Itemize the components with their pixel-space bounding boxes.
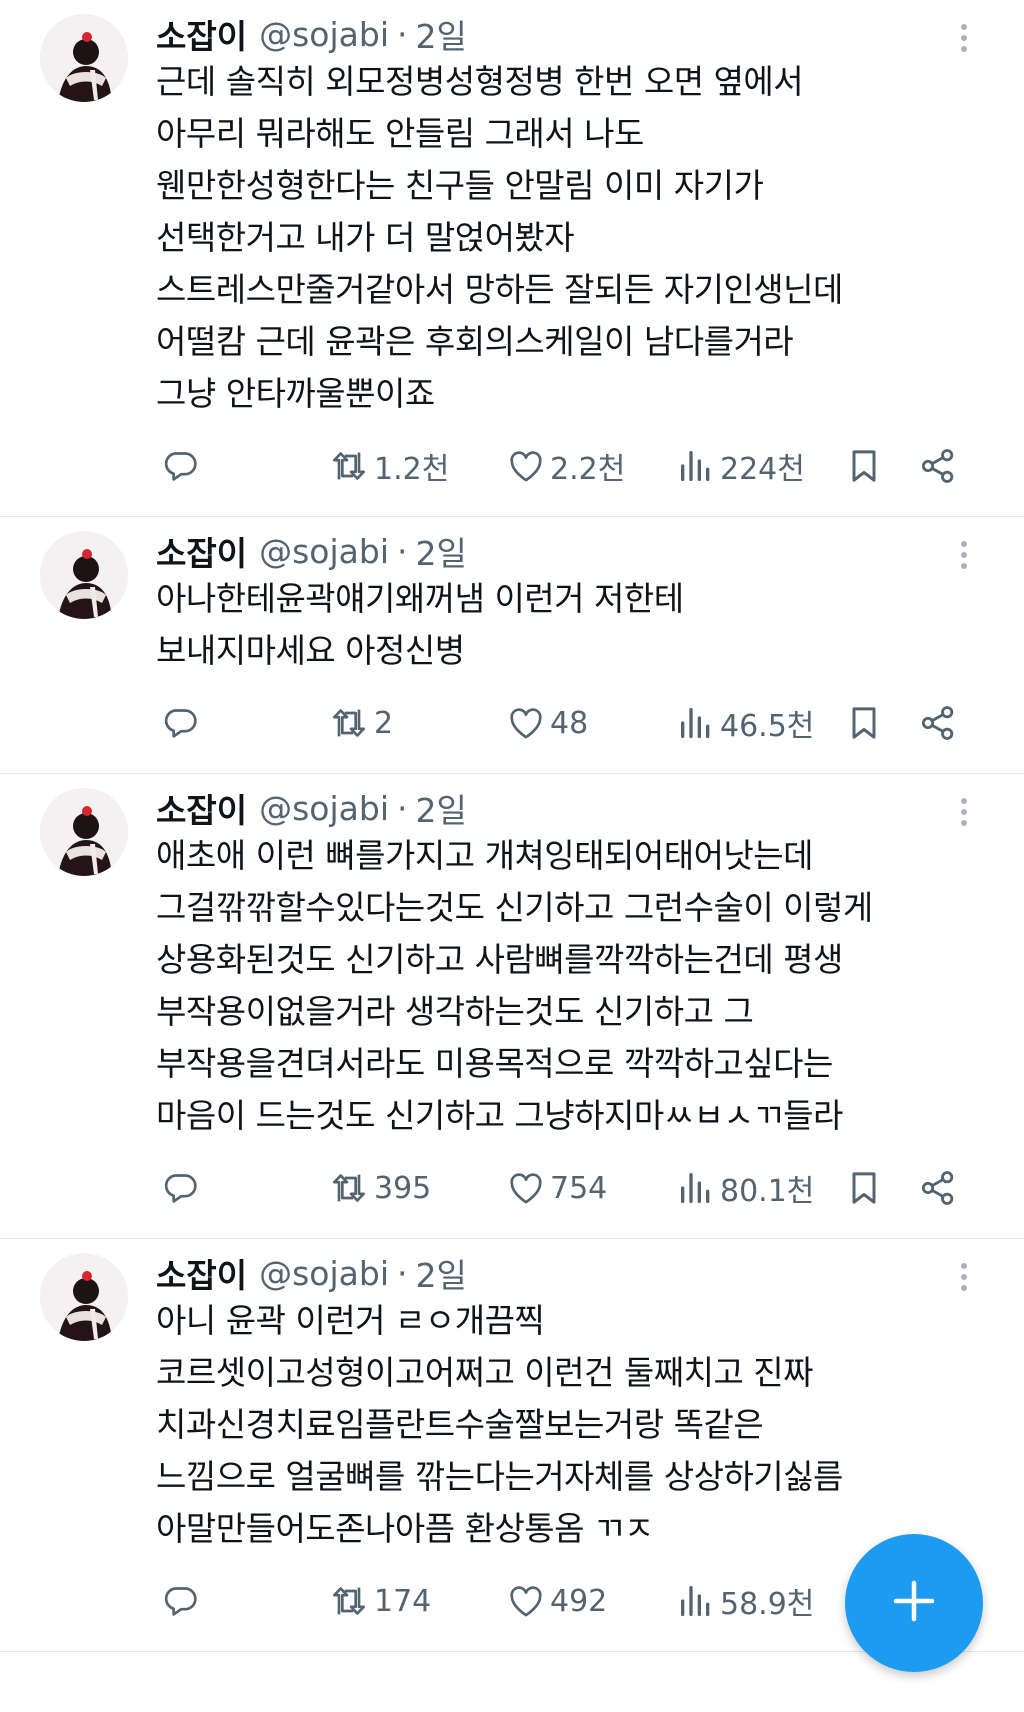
like-count: 48 xyxy=(550,705,589,741)
reply-button[interactable] xyxy=(160,1579,200,1623)
share-icon xyxy=(918,703,958,743)
tweet-text: 애초애 이런 뼈를가지고 개쳐잉태되어태어낫는데 그걸깎깎할수있다는것도 신기하… xyxy=(156,836,873,1135)
tweet[interactable]: 소잡이 @sojabi · 2일 근데 솔직히 외모정병성형정병 한번 오면 옆… xyxy=(0,0,1024,517)
separator: · xyxy=(396,531,408,571)
like-count: 754 xyxy=(550,1170,608,1206)
tweet-header: 소잡이 @sojabi · 2일 xyxy=(156,527,1004,575)
views-button[interactable]: 224천 xyxy=(676,444,805,488)
compose-button[interactable] xyxy=(845,1534,983,1672)
tweet-header: 소잡이 @sojabi · 2일 xyxy=(156,1249,1004,1297)
retweet-button[interactable]: 174 xyxy=(328,1579,431,1623)
user-handle[interactable]: @sojabi xyxy=(259,789,389,828)
view-count: 80.1천 xyxy=(720,1174,815,1209)
more-options-icon[interactable] xyxy=(952,535,976,575)
user-handle[interactable]: @sojabi xyxy=(259,1254,389,1293)
more-options-icon[interactable] xyxy=(952,18,976,58)
heart-icon xyxy=(506,1168,546,1208)
like-button[interactable]: 2.2천 xyxy=(506,444,625,488)
retweet-button[interactable]: 1.2천 xyxy=(328,444,449,488)
heart-icon xyxy=(506,703,546,743)
tweet-actions: 395 754 80.1천 xyxy=(156,1142,1004,1238)
share-button[interactable] xyxy=(918,1166,958,1210)
avatar[interactable] xyxy=(40,531,128,619)
view-count: 58.9천 xyxy=(720,1587,815,1622)
retweet-icon xyxy=(328,703,370,743)
like-button[interactable]: 492 xyxy=(506,1579,607,1623)
reply-button[interactable] xyxy=(160,701,200,745)
views-button[interactable]: 58.9천 xyxy=(676,1579,814,1623)
view-count: 46.5천 xyxy=(720,709,815,744)
plus-icon xyxy=(892,1579,936,1627)
timestamp[interactable]: 2일 xyxy=(415,784,466,832)
retweet-icon xyxy=(328,1581,370,1621)
retweet-count: 2 xyxy=(374,705,394,741)
reply-icon xyxy=(160,446,200,486)
like-count: 492 xyxy=(550,1583,608,1619)
reply-icon xyxy=(160,1581,200,1621)
bookmark-icon xyxy=(844,703,884,743)
tweet-text: 근데 솔직히 외모정병성형정병 한번 오면 옆에서 아무리 뭐라해도 안들림 그… xyxy=(156,62,843,413)
view-count: 224천 xyxy=(720,452,805,487)
reply-button[interactable] xyxy=(160,444,200,488)
heart-icon xyxy=(506,446,546,486)
bookmark-icon xyxy=(844,446,884,486)
like-button[interactable]: 48 xyxy=(506,701,588,745)
timestamp[interactable]: 2일 xyxy=(415,10,466,58)
avatar[interactable] xyxy=(40,14,128,102)
tweet-header: 소잡이 @sojabi · 2일 xyxy=(156,784,1004,832)
views-icon xyxy=(676,1581,716,1621)
views-button[interactable]: 46.5천 xyxy=(676,701,814,745)
tweet[interactable]: 소잡이 @sojabi · 2일 아나한테윤곽얘기왜꺼냄 이런거 저한테 보내지… xyxy=(0,517,1024,774)
retweet-count: 1.2천 xyxy=(374,452,450,487)
timestamp[interactable]: 2일 xyxy=(415,1249,466,1297)
bookmark-button[interactable] xyxy=(844,1166,884,1210)
tweet-actions: 1.2천 2.2천 224천 xyxy=(156,420,1004,516)
views-icon xyxy=(676,1168,716,1208)
reply-icon xyxy=(160,703,200,743)
display-name[interactable]: 소잡이 xyxy=(156,10,247,58)
separator: · xyxy=(396,14,408,54)
retweet-button[interactable]: 395 xyxy=(328,1166,431,1210)
retweet-icon xyxy=(328,1168,370,1208)
bookmark-button[interactable] xyxy=(844,701,884,745)
like-button[interactable]: 754 xyxy=(506,1166,607,1210)
timestamp[interactable]: 2일 xyxy=(415,527,466,575)
retweet-button[interactable]: 2 xyxy=(328,701,393,745)
display-name[interactable]: 소잡이 xyxy=(156,784,247,832)
separator: · xyxy=(396,1253,408,1293)
tweet[interactable]: 소잡이 @sojabi · 2일 애초애 이런 뼈를가지고 개쳐잉태되어태어낫는… xyxy=(0,774,1024,1239)
views-icon xyxy=(676,446,716,486)
retweet-count: 174 xyxy=(374,1583,432,1619)
timeline-feed: 소잡이 @sojabi · 2일 근데 솔직히 외모정병성형정병 한번 오면 옆… xyxy=(0,0,1024,1652)
retweet-count: 395 xyxy=(374,1170,432,1206)
share-icon xyxy=(918,446,958,486)
more-options-icon[interactable] xyxy=(952,792,976,832)
tweet-actions: 2 48 46.5천 xyxy=(156,677,1004,773)
reply-button[interactable] xyxy=(160,1166,200,1210)
views-button[interactable]: 80.1천 xyxy=(676,1166,814,1210)
avatar[interactable] xyxy=(40,1253,128,1341)
retweet-icon xyxy=(328,446,370,486)
user-handle[interactable]: @sojabi xyxy=(259,15,389,54)
display-name[interactable]: 소잡이 xyxy=(156,527,247,575)
more-options-icon[interactable] xyxy=(952,1257,976,1297)
views-icon xyxy=(676,703,716,743)
tweet-header: 소잡이 @sojabi · 2일 xyxy=(156,10,1004,58)
display-name[interactable]: 소잡이 xyxy=(156,1249,247,1297)
tweet-text: 아나한테윤곽얘기왜꺼냄 이런거 저한테 보내지마세요 아정신병 xyxy=(156,579,684,670)
avatar[interactable] xyxy=(40,788,128,876)
like-count: 2.2천 xyxy=(550,452,626,487)
share-icon xyxy=(918,1168,958,1208)
tweet-text: 아니 윤곽 이런거 ㄹㅇ개끔찍 코르셋이고성형이고어쩌고 이런건 둘째치고 진짜… xyxy=(156,1301,843,1548)
bookmark-icon xyxy=(844,1168,884,1208)
share-button[interactable] xyxy=(918,444,958,488)
separator: · xyxy=(396,788,408,828)
bookmark-button[interactable] xyxy=(844,444,884,488)
heart-icon xyxy=(506,1581,546,1621)
reply-icon xyxy=(160,1168,200,1208)
user-handle[interactable]: @sojabi xyxy=(259,532,389,571)
share-button[interactable] xyxy=(918,701,958,745)
